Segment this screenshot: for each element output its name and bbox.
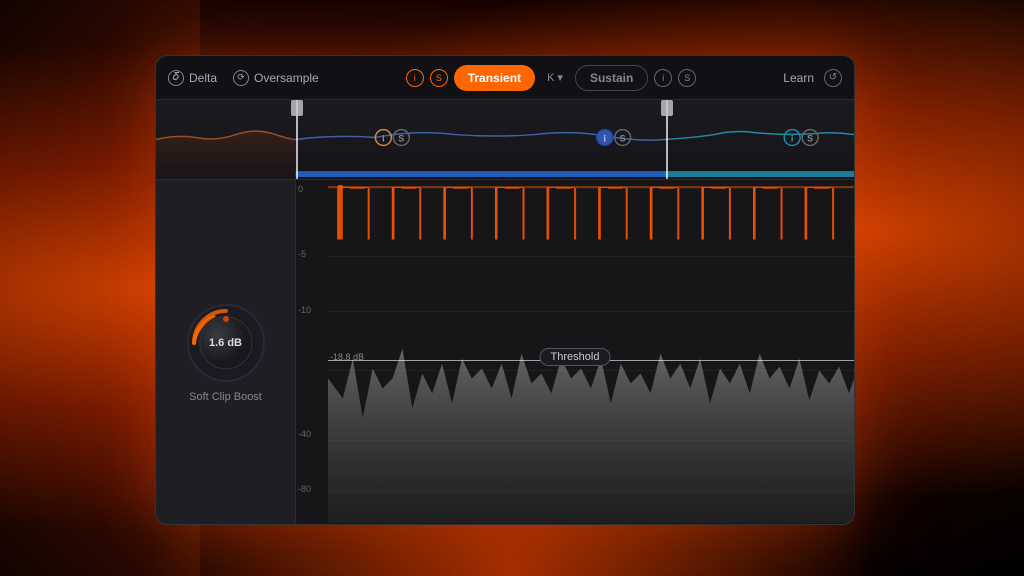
db-label-2: -10 — [298, 305, 315, 315]
delta-icon: 𝛿 — [168, 70, 184, 86]
learn-label[interactable]: Learn — [783, 71, 814, 85]
db-label-5: -80 — [298, 484, 315, 494]
svg-text:S: S — [807, 134, 813, 144]
k-label: K — [547, 72, 554, 84]
reset-button[interactable]: ↺ — [824, 69, 842, 87]
analyzer-area: 0 -5 -10 -40 -80 — [296, 180, 854, 525]
knob-value-display: 1.6 dB — [186, 303, 266, 383]
svg-text:i: i — [603, 134, 605, 144]
transient-info-btn[interactable]: i — [406, 69, 424, 87]
oversample-label: Oversample — [254, 71, 319, 85]
k-mode-button[interactable]: K ▾ — [541, 69, 569, 86]
svg-text:S: S — [620, 134, 626, 144]
plugin-window: 𝛿 Delta ⟳ Oversample i S Transient K ▾ S… — [155, 55, 855, 525]
svg-text:S: S — [398, 134, 404, 144]
main-display: 1.6 dB Soft Clip Boost 0 -5 -10 -40 -80 — [156, 180, 854, 525]
svg-text:i: i — [382, 134, 384, 144]
db-label-1: -5 — [298, 249, 310, 259]
marker-handle-start[interactable] — [291, 100, 303, 116]
knob-value: 1.6 dB — [209, 337, 242, 349]
left-panel: 1.6 dB Soft Clip Boost — [156, 180, 296, 525]
timeline-marker-end[interactable] — [666, 100, 668, 179]
oversample-icon: ⟳ — [233, 70, 249, 86]
db-label-4: -40 — [298, 429, 315, 439]
svg-text:i: i — [791, 134, 793, 144]
toolbar: 𝛿 Delta ⟳ Oversample i S Transient K ▾ S… — [156, 56, 854, 100]
threshold-label[interactable]: Threshold — [540, 348, 611, 366]
marker-handle-end[interactable] — [661, 100, 673, 116]
threshold-text: Threshold — [551, 351, 600, 363]
sustain-solo-btn[interactable]: S — [678, 69, 696, 87]
delta-label: Delta — [189, 71, 217, 85]
waveform-section: i S i S i S — [156, 100, 854, 180]
sustain-info-btn[interactable]: i — [654, 69, 672, 87]
mode-section: i S Transient K ▾ Sustain i S — [335, 65, 768, 91]
soft-clip-boost-knob[interactable]: 1.6 dB — [186, 303, 266, 383]
delta-button[interactable]: 𝛿 Delta — [168, 70, 217, 86]
toolbar-right: Learn ↺ — [783, 69, 842, 87]
knob-label: Soft Clip Boost — [189, 391, 262, 403]
timeline-marker-start[interactable] — [296, 100, 298, 179]
oversample-button[interactable]: ⟳ Oversample — [233, 70, 319, 86]
k-chevron: ▾ — [557, 71, 563, 84]
waveform-display: i S i S i S — [156, 100, 854, 179]
sustain-mode-button[interactable]: Sustain — [575, 65, 648, 91]
knob-container: 1.6 dB Soft Clip Boost — [186, 303, 266, 403]
transient-solo-btn[interactable]: S — [430, 69, 448, 87]
threshold-db-value: -18.8 dB — [330, 352, 364, 362]
transient-mode-button[interactable]: Transient — [454, 65, 535, 91]
db-label-0: 0 — [298, 184, 307, 194]
